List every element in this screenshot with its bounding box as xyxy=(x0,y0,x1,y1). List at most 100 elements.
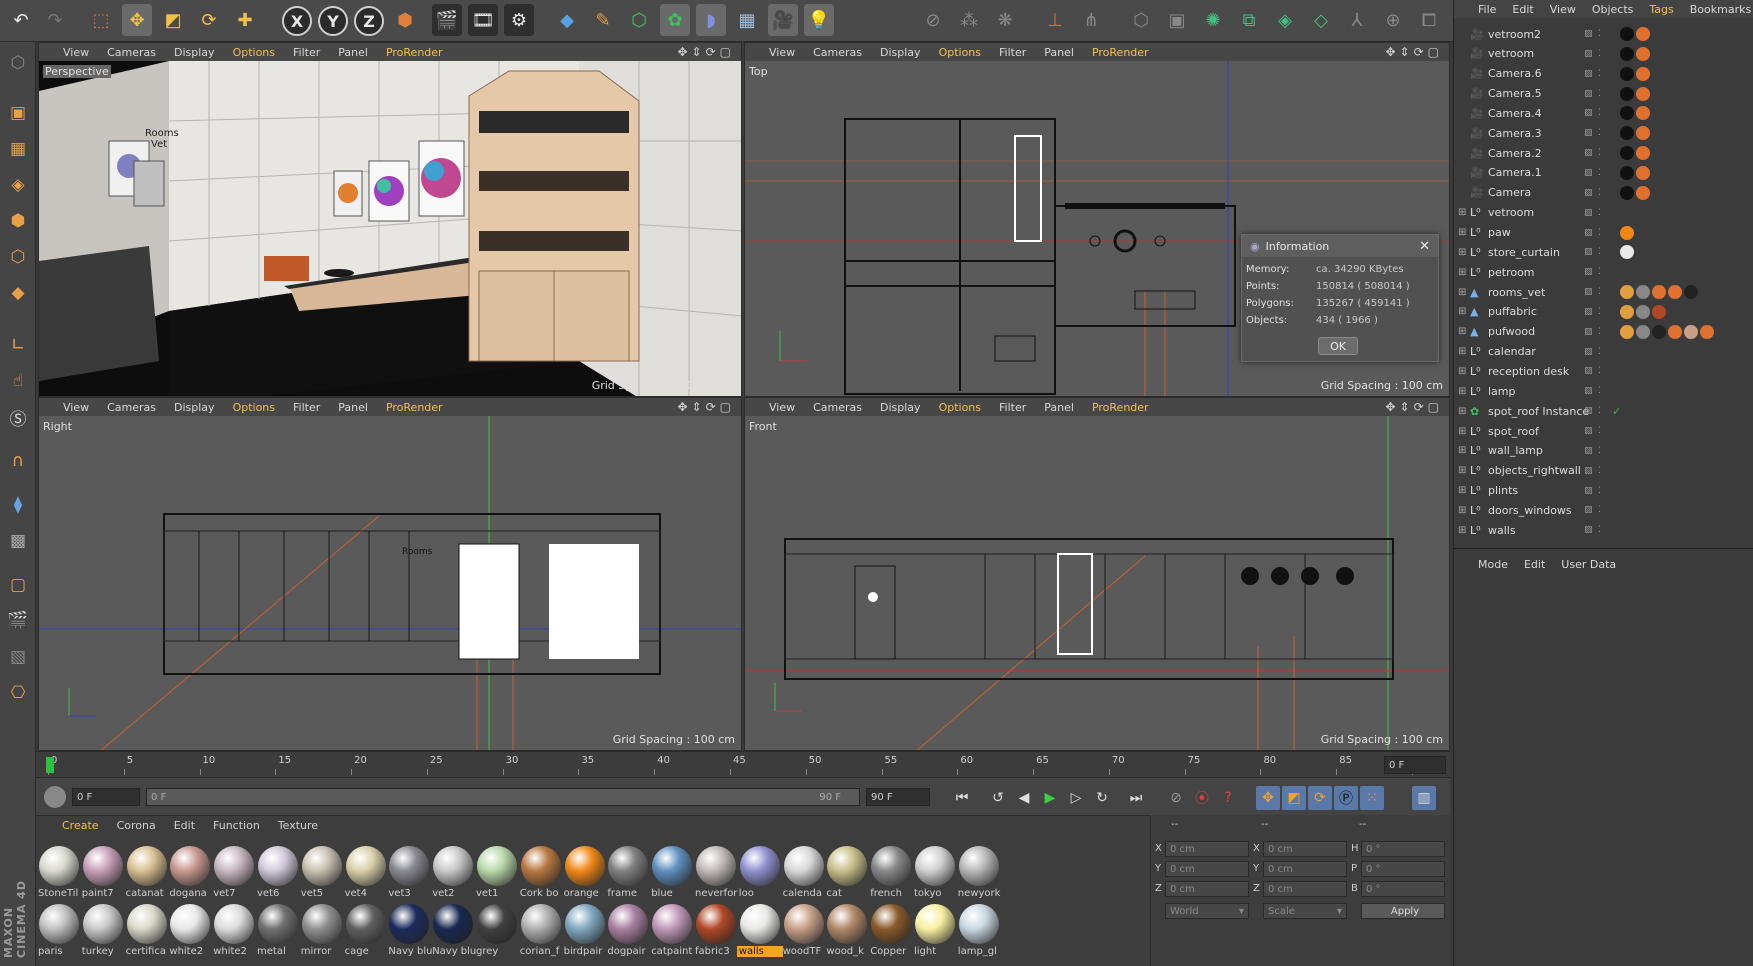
timeline-window-icon[interactable]: ▥ xyxy=(1412,786,1436,810)
material-swatch[interactable]: wood_k xyxy=(824,902,870,960)
object-tag-icon[interactable] xyxy=(1684,324,1698,339)
object-name[interactable]: doors_windows xyxy=(1488,504,1572,517)
material-swatch[interactable]: catpaint xyxy=(649,902,695,960)
layer-icon[interactable]: ▨ xyxy=(1584,406,1594,416)
material-swatch[interactable]: loo xyxy=(737,844,783,902)
points-mode-icon[interactable]: ✺ xyxy=(1198,4,1228,36)
object-name[interactable]: vetroom2 xyxy=(1488,28,1541,41)
mode-icon-1[interactable]: ⊘ xyxy=(918,4,948,36)
layer-icon[interactable]: ▨ xyxy=(1584,148,1594,158)
object-mode-icon[interactable]: ▣ xyxy=(1162,4,1192,36)
object-name[interactable]: objects_rightwall xyxy=(1488,464,1581,477)
coord-system-dropdown[interactable]: World ▾ xyxy=(1165,903,1249,919)
material-swatch[interactable]: Navy blu xyxy=(386,902,432,960)
vp-menu-filter[interactable]: Filter xyxy=(999,401,1026,414)
material-swatch[interactable]: metal xyxy=(255,902,301,960)
visibility-dots-icon[interactable]: ⁚ xyxy=(1598,267,1608,277)
layer-icon[interactable]: ▨ xyxy=(1584,386,1594,396)
size-z-field[interactable]: 0 cm xyxy=(1263,881,1347,897)
object-tag-icon[interactable] xyxy=(1620,66,1634,81)
object-row[interactable]: ⊞ ▲ rooms_vet ⁚ ▨ xyxy=(1454,282,1753,302)
point-level-icon[interactable]: ⁙ xyxy=(1360,786,1384,810)
layer-icon[interactable]: ▨ xyxy=(1584,466,1594,476)
object-name[interactable]: wall_lamp xyxy=(1488,444,1543,457)
vp-menu-cameras[interactable]: Cameras xyxy=(813,401,862,414)
rotation-h-field[interactable]: 0 ° xyxy=(1361,841,1445,857)
visibility-dots-icon[interactable]: ⁚ xyxy=(1598,208,1608,218)
vp-menu-filter[interactable]: Filter xyxy=(293,401,320,414)
viewport-front[interactable]: View Cameras Display Options Filter Pane… xyxy=(744,397,1450,751)
ok-button[interactable]: OK xyxy=(1318,337,1358,355)
object-tag-icon[interactable] xyxy=(1620,285,1634,300)
material-swatch[interactable]: newyork xyxy=(956,844,1002,902)
render-picture-viewer-icon[interactable]: 🎞 xyxy=(468,4,498,36)
object-name[interactable]: petroom xyxy=(1488,266,1535,279)
object-row[interactable]: ⊞ L⁰ doors_windows ⁚ ▨ xyxy=(1454,500,1753,520)
object-tag-icon[interactable] xyxy=(1620,245,1634,260)
vp-menu-panel[interactable]: Panel xyxy=(338,46,368,59)
rotation-p-field[interactable]: 0 ° xyxy=(1361,861,1445,877)
material-swatch[interactable]: vet4 xyxy=(343,844,389,902)
layer-icon[interactable]: ▨ xyxy=(1584,347,1594,357)
vp-menu-filter[interactable]: Filter xyxy=(999,46,1026,59)
material-swatch[interactable]: Cork bo xyxy=(518,844,564,902)
visibility-dots-icon[interactable]: ⁚ xyxy=(1598,29,1608,39)
object-name[interactable]: Camera.5 xyxy=(1488,87,1542,100)
render-view-icon[interactable]: 🎬 xyxy=(432,4,462,36)
mode-icon-3[interactable]: ❋ xyxy=(990,4,1020,36)
cube-icon[interactable]: ◆ xyxy=(552,4,582,36)
layer-icon[interactable]: ▨ xyxy=(1584,188,1594,198)
obj-menu-bookmarks[interactable]: Bookmarks xyxy=(1690,3,1751,16)
object-name[interactable]: calendar xyxy=(1488,345,1536,358)
object-tag-icon[interactable] xyxy=(1636,285,1650,300)
mat-menu-corona[interactable]: Corona xyxy=(117,819,156,832)
light-icon[interactable]: 💡 xyxy=(804,4,834,36)
object-tag-icon[interactable] xyxy=(1620,304,1634,319)
edges-mode-icon[interactable]: ⧉ xyxy=(1234,4,1264,36)
object-tag-icon[interactable] xyxy=(1700,324,1714,339)
obj-menu-edit[interactable]: Edit xyxy=(1512,3,1533,16)
vp-menu-view[interactable]: View xyxy=(63,46,89,59)
object-row[interactable]: 🎥 Camera.2 ⁚ ▨ xyxy=(1454,143,1753,163)
material-swatch[interactable]: walls xyxy=(736,902,783,960)
material-swatch[interactable]: dogpair xyxy=(605,902,651,960)
object-row[interactable]: 🎥 Camera.1 ⁚ ▨ xyxy=(1454,163,1753,183)
visibility-dots-icon[interactable]: ⁚ xyxy=(1598,188,1608,198)
object-name[interactable]: Camera.3 xyxy=(1488,127,1542,140)
apply-button[interactable]: Apply xyxy=(1361,903,1445,919)
material-swatch[interactable]: tokyo xyxy=(912,844,958,902)
go-to-start-icon[interactable]: ⏮ xyxy=(950,786,974,810)
material-swatch[interactable]: vet7 xyxy=(211,844,257,902)
subdivision-icon[interactable]: ⬡ xyxy=(624,4,654,36)
layer-icon[interactable]: ▨ xyxy=(1584,267,1594,277)
viewport-nav-icons[interactable]: ✥⇕⟳▢ xyxy=(677,45,735,59)
material-swatch[interactable]: catanat xyxy=(124,844,170,902)
solo-icon[interactable]: Ⓢ xyxy=(3,402,33,432)
rotate-icon[interactable]: ⟳ xyxy=(194,4,224,36)
layer-icon[interactable]: ▨ xyxy=(1584,366,1594,376)
layer-icon[interactable]: ▨ xyxy=(1584,247,1594,257)
object-row[interactable]: 🎥 Camera.3 ⁚ ▨ xyxy=(1454,123,1753,143)
layer-icon[interactable]: ▨ xyxy=(1584,49,1594,59)
vp-menu-options[interactable]: Options xyxy=(233,46,275,59)
vp-menu-options[interactable]: Options xyxy=(939,46,981,59)
visibility-dots-icon[interactable]: ⁚ xyxy=(1598,406,1608,416)
z-axis-button[interactable]: Z xyxy=(354,6,384,36)
object-tag-icon[interactable] xyxy=(1620,27,1634,41)
enabled-check-icon[interactable]: ✓ xyxy=(1612,405,1622,418)
object-row[interactable]: ⊞ L⁰ petroom ⁚ ▨ xyxy=(1454,262,1753,282)
vp-menu-panel[interactable]: Panel xyxy=(338,401,368,414)
layer-icon[interactable]: ▨ xyxy=(1584,168,1594,178)
object-name[interactable]: reception desk xyxy=(1488,365,1569,378)
object-row[interactable]: ⊞ L⁰ paw ⁚ ▨ xyxy=(1454,223,1753,243)
auto-key-icon[interactable]: ⦿ xyxy=(1190,786,1214,810)
texture-icon[interactable]: ▦ xyxy=(3,134,33,164)
layer-icon[interactable]: ▨ xyxy=(1584,208,1594,218)
go-to-end-icon[interactable]: ⏭ xyxy=(1124,786,1148,810)
object-row[interactable]: 🎥 Camera.6 ⁚ ▨ xyxy=(1454,64,1753,84)
material-swatch[interactable]: Copper xyxy=(868,902,914,960)
expand-icon[interactable]: ⊞ xyxy=(1458,525,1466,536)
object-name[interactable]: paw xyxy=(1488,226,1511,239)
current-frame-field[interactable]: 0 F xyxy=(1384,756,1446,774)
vp-menu-display[interactable]: Display xyxy=(174,46,215,59)
